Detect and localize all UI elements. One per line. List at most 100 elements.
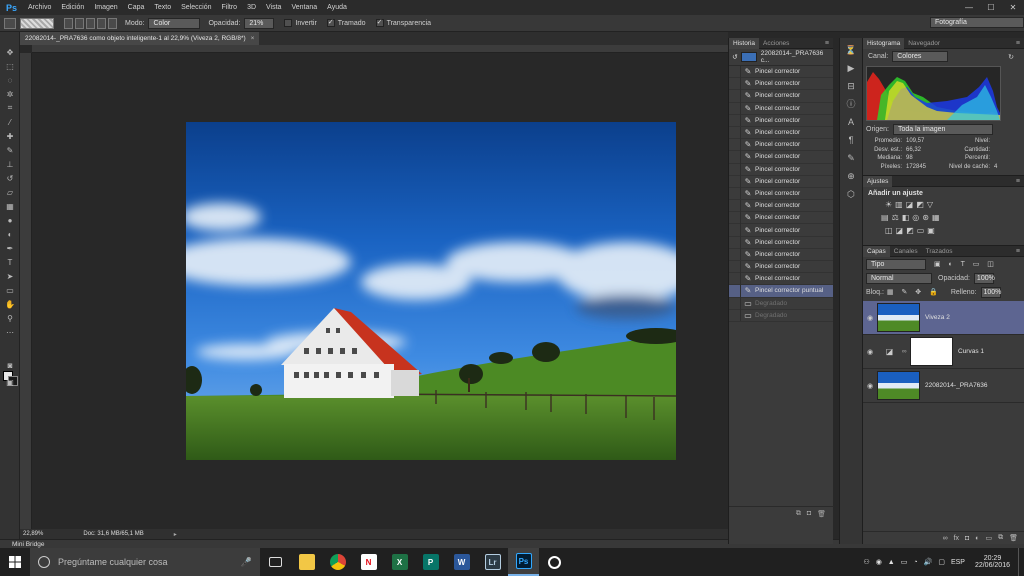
- menu-filtro[interactable]: Filtro: [217, 4, 243, 11]
- close-icon[interactable]: ✕: [1002, 0, 1024, 15]
- history-state-item[interactable]: ✎ Pincel corrector: [729, 89, 833, 103]
- shape-tool-icon[interactable]: ▭: [3, 284, 17, 296]
- history-state-item[interactable]: ✎ Pincel corrector puntual: [729, 284, 833, 298]
- vibrance-adjustment-icon[interactable]: ▽: [927, 200, 933, 209]
- history-brush-source-toggle[interactable]: [729, 260, 741, 273]
- menu-texto[interactable]: Texto: [149, 4, 176, 11]
- zoom-tool-icon[interactable]: ⚲: [3, 312, 17, 324]
- menu-imagen[interactable]: Imagen: [89, 4, 122, 11]
- screen-mode-icon[interactable]: ▣: [3, 376, 17, 388]
- task-view-icon[interactable]: [260, 548, 291, 576]
- angle-gradient-icon[interactable]: [86, 17, 95, 29]
- history-brush-source-toggle[interactable]: [729, 236, 741, 249]
- brightness-adjustment-icon[interactable]: ☀: [885, 200, 892, 209]
- lock-icons[interactable]: ▦ ✎ ✥ 🔒: [887, 288, 941, 296]
- refresh-icon[interactable]: ↻: [1008, 53, 1014, 61]
- zoom-level[interactable]: 22,89%: [23, 531, 43, 537]
- tool-preset-icon[interactable]: [4, 17, 16, 29]
- layer-filter-select[interactable]: Tipo: [866, 258, 926, 270]
- history-snapshot[interactable]: ↺ 22082014-_PRA7636 c...: [729, 49, 833, 66]
- history-state-item[interactable]: ✎ Pincel corrector: [729, 163, 833, 176]
- threshold-adjustment-icon[interactable]: ◩: [906, 226, 914, 235]
- menu-edicion[interactable]: Edición: [56, 4, 89, 11]
- adjustments-menu-icon[interactable]: ≡: [1016, 178, 1020, 185]
- history-state-item[interactable]: ▭ Degradado: [729, 297, 833, 310]
- hue-saturation-adjustment-icon[interactable]: ▤: [881, 213, 889, 222]
- 3d-panel-icon[interactable]: ⬡: [845, 188, 857, 200]
- black-white-adjustment-icon[interactable]: ◧: [902, 213, 910, 222]
- photo-filter-adjustment-icon[interactable]: ◎: [912, 213, 919, 222]
- notification-icon[interactable]: ▢: [938, 558, 945, 566]
- history-brush-source-toggle[interactable]: [729, 211, 741, 224]
- tab-paths[interactable]: Trazados: [922, 246, 957, 257]
- publisher-icon[interactable]: P: [415, 548, 446, 576]
- history-brush-source-toggle[interactable]: [729, 138, 741, 151]
- menu-vista[interactable]: Vista: [261, 4, 286, 11]
- channel-mixer-adjustment-icon[interactable]: ⊛: [922, 213, 929, 222]
- history-brush-source-toggle[interactable]: [729, 187, 741, 200]
- transparency-checkbox[interactable]: ✓: [375, 19, 384, 27]
- netflix-icon[interactable]: N: [353, 548, 384, 576]
- hand-tool-icon[interactable]: ✋: [3, 298, 17, 310]
- show-desktop-button[interactable]: [1018, 548, 1024, 576]
- gradient-map-adjustment-icon[interactable]: ▭: [917, 226, 925, 235]
- selective-color-adjustment-icon[interactable]: ▣: [927, 226, 935, 235]
- layers-menu-icon[interactable]: ≡: [1016, 248, 1020, 255]
- taskbar-search-box[interactable]: Pregúntame cualquier cosa 🎤: [30, 548, 260, 576]
- history-brush-tool-icon[interactable]: ↺: [3, 172, 17, 184]
- history-state-item[interactable]: ✎ Pincel corrector: [729, 260, 833, 274]
- lightroom-icon[interactable]: Lr: [477, 548, 508, 576]
- delete-layer-icon[interactable]: 🗑: [1009, 534, 1018, 542]
- tab-history[interactable]: Historia: [729, 37, 760, 49]
- link-layers-icon[interactable]: ∞: [943, 535, 948, 542]
- history-state-item[interactable]: ✎ Pincel corrector: [729, 102, 833, 115]
- link-icon[interactable]: ∞: [902, 348, 910, 355]
- blend-mode-select[interactable]: Normal: [866, 272, 932, 284]
- windows-start-icon[interactable]: [0, 548, 30, 576]
- layer-opacity-input[interactable]: 100%: [973, 272, 995, 284]
- color-lookup-adjustment-icon[interactable]: ▦: [932, 213, 940, 222]
- network-icon[interactable]: ◔: [913, 559, 917, 566]
- history-brush-source-toggle[interactable]: [729, 126, 741, 139]
- panel-menu-icon[interactable]: ≡: [825, 40, 829, 47]
- history-brush-source-toggle[interactable]: [729, 309, 741, 322]
- history-panel-icon[interactable]: ⏳: [845, 44, 857, 56]
- quick-mask-icon[interactable]: ◙: [3, 359, 17, 371]
- history-state-item[interactable]: ✎ Pincel corrector: [729, 187, 833, 201]
- histogram-menu-icon[interactable]: ≡: [1016, 40, 1020, 47]
- eyedropper-tool-icon[interactable]: ⁄: [3, 116, 17, 128]
- history-state-item[interactable]: ✎ Pincel corrector: [729, 211, 833, 225]
- history-brush-source-toggle[interactable]: [729, 114, 741, 127]
- gradient-picker[interactable]: [20, 17, 54, 29]
- character-panel-icon[interactable]: A: [845, 116, 857, 128]
- tab-actions[interactable]: Acciones: [759, 38, 793, 49]
- curves-adjustment-icon[interactable]: ◪: [906, 200, 914, 209]
- layer-viveza-2[interactable]: ◉ Viveza 2: [863, 301, 1024, 335]
- status-arrow-icon[interactable]: ▸: [174, 531, 177, 538]
- microphone-icon[interactable]: 🎤: [241, 557, 252, 568]
- posterize-adjustment-icon[interactable]: ◪: [896, 226, 904, 235]
- history-state-item[interactable]: ✎ Pincel corrector: [729, 248, 833, 261]
- menu-archivo[interactable]: Archivo: [23, 4, 56, 11]
- history-brush-source-toggle[interactable]: [729, 102, 741, 115]
- invert-adjustment-icon[interactable]: ◫: [885, 226, 893, 235]
- menu-ventana[interactable]: Ventana: [286, 4, 322, 11]
- layer-style-icon[interactable]: fx: [954, 535, 959, 542]
- menu-3d[interactable]: 3D: [242, 4, 261, 11]
- word-icon[interactable]: W: [446, 548, 477, 576]
- reflected-gradient-icon[interactable]: [97, 17, 106, 29]
- layer-base-image[interactable]: ◉ 22082014-_PRA7636: [863, 369, 1024, 403]
- color-balance-adjustment-icon[interactable]: ⚖: [892, 213, 899, 222]
- eraser-tool-icon[interactable]: ▱: [3, 186, 17, 198]
- linear-gradient-icon[interactable]: [64, 17, 73, 29]
- history-brush-source-toggle[interactable]: [729, 89, 741, 102]
- app-circle-icon[interactable]: [539, 548, 570, 576]
- tab-navigator[interactable]: Navegador: [904, 38, 944, 49]
- clone-stamp-tool-icon[interactable]: ⊥: [3, 158, 17, 170]
- document-size[interactable]: Doc: 31,6 MB/65,1 MB: [83, 531, 143, 537]
- type-tool-icon[interactable]: T: [3, 256, 17, 268]
- tab-layers[interactable]: Capas: [863, 245, 890, 257]
- history-state-item[interactable]: ▭ Degradado: [729, 309, 833, 322]
- history-brush-source-toggle[interactable]: [729, 199, 741, 212]
- new-snapshot-icon[interactable]: ◘: [807, 510, 811, 517]
